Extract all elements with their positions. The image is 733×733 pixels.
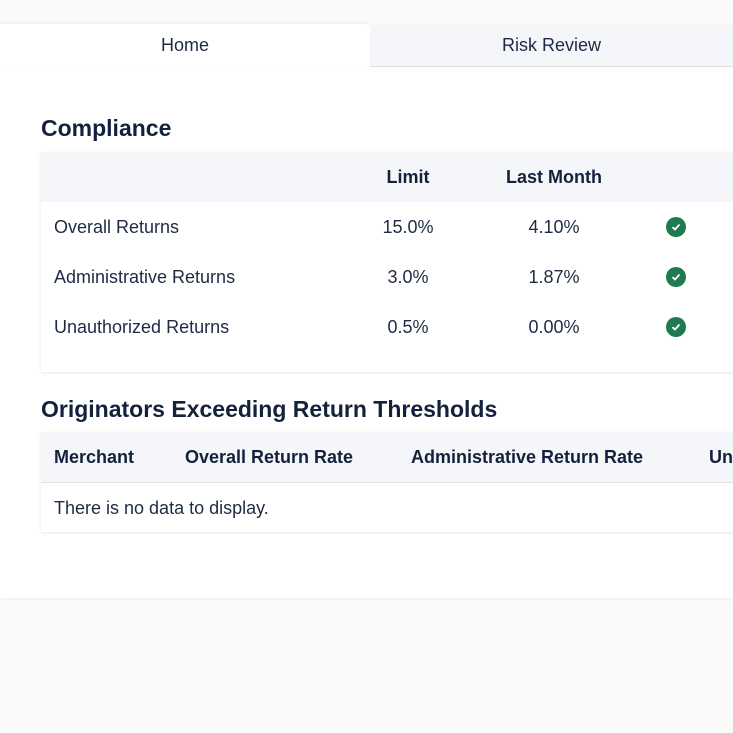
table-row: Unauthorized Returns 0.5% 0.00% [41,302,733,352]
originators-table: Merchant Overall Return Rate Administrat… [41,432,733,532]
check-circle-icon [666,317,686,337]
empty-row: There is no data to display. [41,483,733,533]
table-header: Limit Last Month [41,152,733,202]
row-limit: 0.5% [387,317,429,337]
row-label: Overall Returns [54,217,180,237]
tab-bar: Home Risk Review [0,24,733,67]
check-circle-icon [666,267,686,287]
row-label: Administrative Returns [54,267,236,287]
compliance-title: Compliance [41,115,172,141]
check-circle-icon [666,217,686,237]
tab-home[interactable]: Home [0,24,370,67]
row-last-month: 4.10% [528,217,580,237]
header-merchant[interactable]: Merchant [54,432,134,482]
row-limit: 3.0% [387,267,429,287]
header-limit: Limit [386,167,430,187]
row-last-month: 0.00% [528,317,580,337]
table-row: Administrative Returns 3.0% 1.87% [41,252,733,302]
tab-risk-review[interactable]: Risk Review [370,24,733,67]
row-last-month: 1.87% [528,267,580,287]
row-label: Unauthorized Returns [54,317,230,337]
main-content: Compliance Limit Last Month Overall Retu… [0,67,733,598]
compliance-table: Limit Last Month Overall Returns 15.0% 4… [41,152,733,372]
header-unauthorized-return-rate[interactable]: Un [709,432,733,482]
originators-title: Originators Exceeding Return Thresholds [41,396,498,422]
row-limit: 15.0% [382,217,434,237]
empty-message: There is no data to display. [54,498,269,518]
header-last-month: Last Month [506,167,602,187]
table-header: Merchant Overall Return Rate Administrat… [41,432,733,483]
table-row: Overall Returns 15.0% 4.10% [41,202,733,252]
header-overall-return-rate[interactable]: Overall Return Rate [185,432,353,482]
header-administrative-return-rate[interactable]: Administrative Return Rate [411,432,643,482]
